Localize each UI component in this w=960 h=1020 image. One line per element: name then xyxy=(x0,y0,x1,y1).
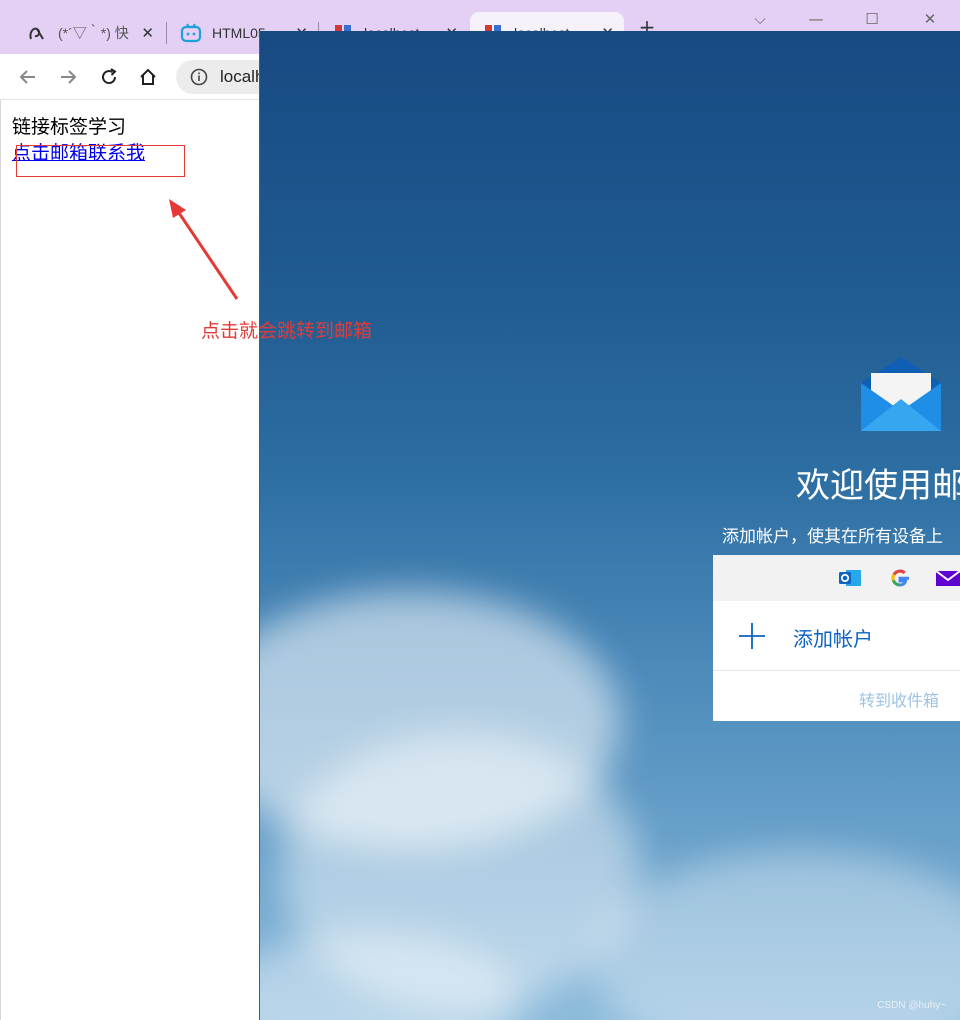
watermark: CSDN @huhy~ xyxy=(877,1000,946,1011)
close-window-button[interactable]: ✕ xyxy=(910,8,950,30)
yahoo-mail-icon xyxy=(935,565,960,591)
mail-envelope-icon xyxy=(861,357,941,431)
goto-inbox-button[interactable]: 转到收件箱 xyxy=(859,687,939,711)
reload-button[interactable] xyxy=(94,62,124,92)
home-button[interactable] xyxy=(133,62,163,92)
add-account-button[interactable]: 添加帐户 xyxy=(713,601,960,671)
custom-logo-icon xyxy=(26,22,48,44)
highlight-box xyxy=(16,145,185,177)
provider-strip xyxy=(713,555,960,601)
minimize-button[interactable]: — xyxy=(796,8,836,30)
page-heading: 链接标签学习 xyxy=(12,117,127,138)
screen: (*´▽｀*) 快 ✕ HTML05 ✕ localhost ✕ localho… xyxy=(0,0,960,1020)
tab-search-button[interactable]: ⌵ xyxy=(740,8,780,30)
arrow-left-icon xyxy=(19,70,35,84)
back-button[interactable] xyxy=(13,62,43,92)
mail-app-window: 欢迎使用邮件 添加帐户，使其在所有设备上 xyxy=(259,31,960,1020)
google-icon xyxy=(887,565,913,591)
welcome-title: 欢迎使用邮件 xyxy=(796,466,960,506)
maximize-button[interactable]: ☐ xyxy=(852,8,892,30)
welcome-subtitle: 添加帐户，使其在所有设备上 xyxy=(722,527,943,547)
close-icon[interactable]: ✕ xyxy=(141,24,154,42)
account-panel: 添加帐户 转到收件箱 xyxy=(713,555,960,721)
forward-button[interactable] xyxy=(53,62,83,92)
arrow-right-icon xyxy=(61,70,77,84)
outlook-icon xyxy=(837,565,863,591)
plus-icon xyxy=(739,623,765,649)
add-account-label: 添加帐户 xyxy=(793,627,873,651)
info-icon xyxy=(190,68,208,86)
bilibili-icon xyxy=(180,22,202,44)
cloud-decoration xyxy=(590,851,960,1020)
annotation-text: 点击就会跳转到邮箱 xyxy=(201,320,373,342)
tab-title: (*´▽｀*) 快 xyxy=(58,25,129,41)
annotation-arrow-icon xyxy=(169,199,239,300)
tab-separator xyxy=(166,22,167,44)
tab-1[interactable]: (*´▽｀*) 快 ✕ xyxy=(14,12,164,54)
reload-icon xyxy=(102,68,117,85)
home-icon xyxy=(140,68,156,85)
